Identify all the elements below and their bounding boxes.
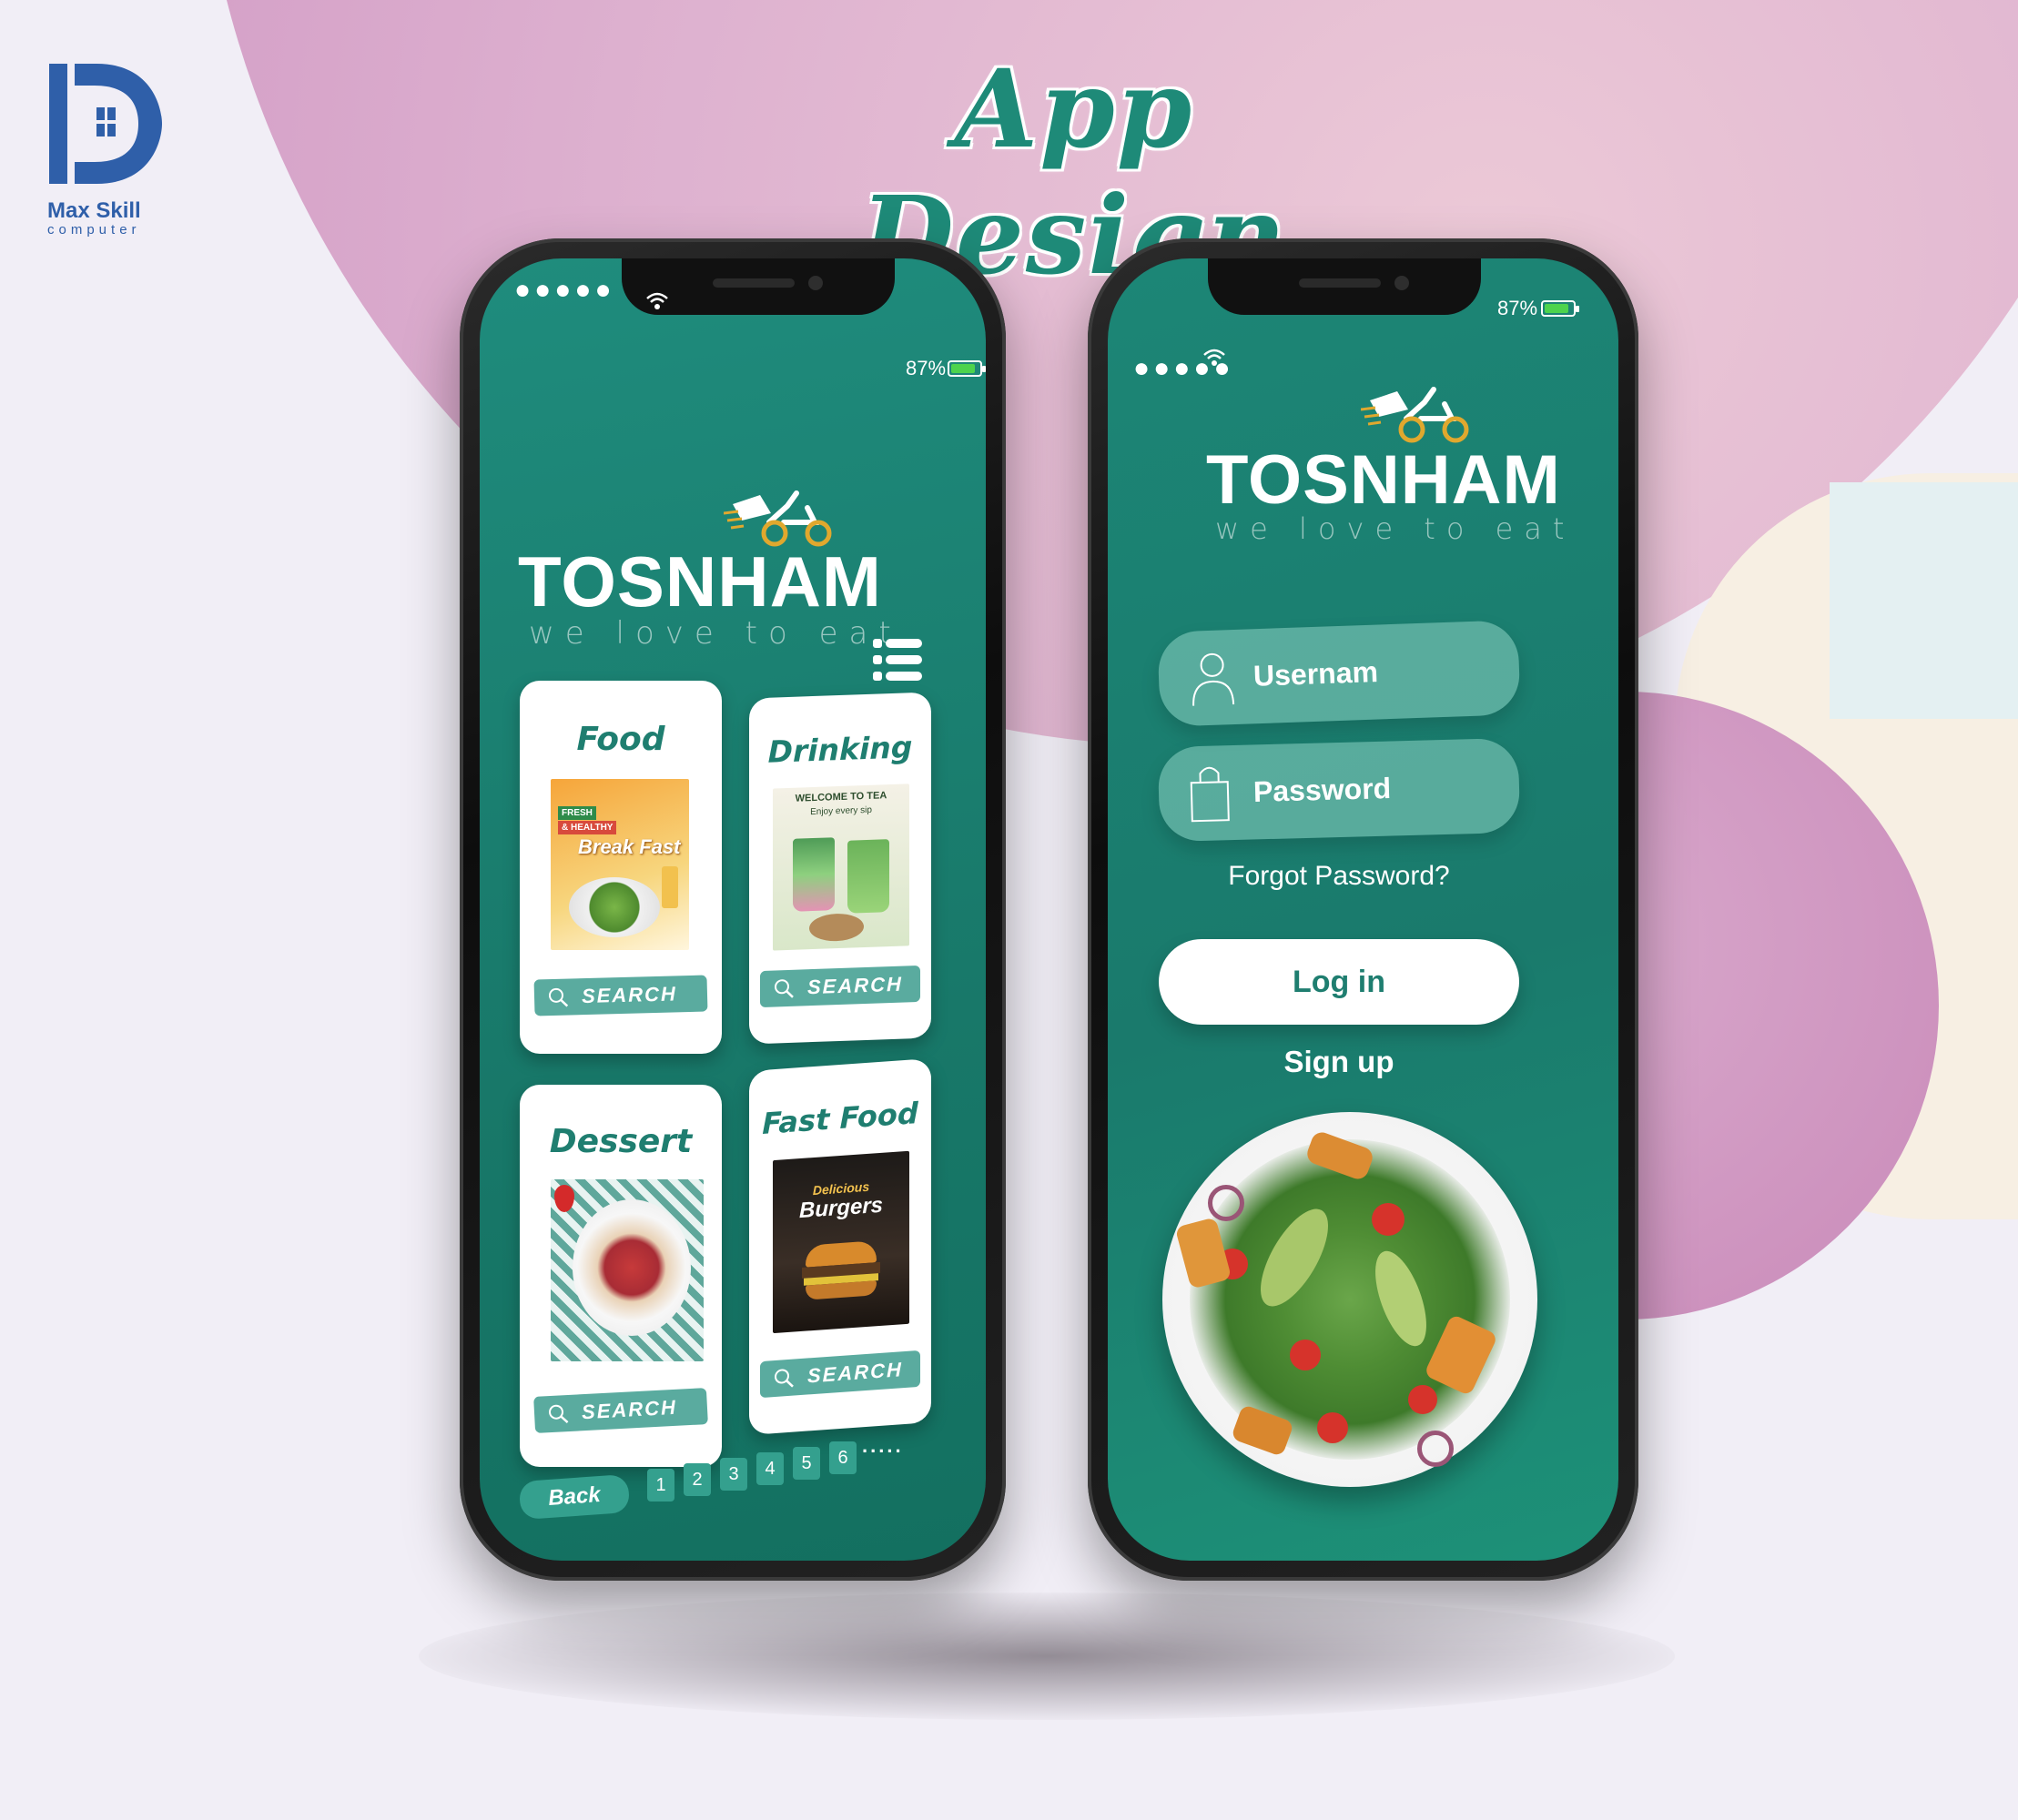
app-tagline: we love to eat xyxy=(1215,511,1576,546)
wifi-icon xyxy=(646,292,668,309)
signup-link[interactable]: Sign up xyxy=(1159,1045,1519,1079)
app-name: TOSNHAM xyxy=(518,541,882,622)
search-icon xyxy=(775,979,794,998)
lock-icon xyxy=(1190,766,1230,823)
password-field[interactable]: Password xyxy=(1157,737,1521,843)
page-number[interactable]: 6 xyxy=(829,1441,857,1474)
forgot-password-link[interactable]: Forgot Password? xyxy=(1159,861,1519,892)
salad-plate-image xyxy=(1162,1112,1537,1487)
page-number[interactable]: 3 xyxy=(720,1458,747,1491)
image-text: WELCOME TO TEA xyxy=(795,790,887,804)
image-text: FRESH xyxy=(558,806,596,820)
speaker xyxy=(1299,278,1381,288)
username-field[interactable]: Usernam xyxy=(1157,620,1521,727)
battery-percent: 87% xyxy=(1497,297,1538,319)
app-name: TOSNHAM xyxy=(1206,441,1561,519)
background-shape xyxy=(1830,482,2018,719)
search-icon xyxy=(775,1369,794,1388)
battery-icon xyxy=(948,360,986,377)
search-icon xyxy=(548,1404,569,1424)
wifi-icon xyxy=(1203,349,1225,366)
right-phone: ●●●●● 87% TOSNHAM we love to eat Usernam xyxy=(1088,238,1638,1581)
speaker xyxy=(713,278,795,288)
camera xyxy=(808,276,823,290)
delivery-scooter-icon xyxy=(1361,387,1469,443)
search-button[interactable]: SEARCH xyxy=(760,1350,920,1399)
more-pages-indicator: ..... xyxy=(862,1434,904,1457)
battery-icon xyxy=(1541,300,1579,317)
search-label: SEARCH xyxy=(581,982,678,1008)
search-label: SEARCH xyxy=(807,972,903,999)
page-number[interactable]: 2 xyxy=(684,1463,711,1496)
phone-shadow xyxy=(419,1592,1675,1720)
page-number[interactable]: 1 xyxy=(647,1469,674,1502)
page-number[interactable]: 4 xyxy=(756,1452,784,1485)
back-button[interactable]: Back xyxy=(518,1473,631,1521)
image-text: Break Fast xyxy=(578,835,681,858)
dessert-image xyxy=(551,1179,704,1361)
list-menu-icon[interactable] xyxy=(873,639,922,681)
camera xyxy=(1394,276,1409,290)
search-icon xyxy=(548,987,569,1007)
search-button[interactable]: SEARCH xyxy=(533,1388,708,1433)
signal-dots: ●●●●● xyxy=(514,275,615,305)
right-phone-screen: ●●●●● 87% TOSNHAM we love to eat Usernam xyxy=(1108,258,1618,1561)
image-text: Enjoy every sip xyxy=(810,804,872,818)
search-label: SEARCH xyxy=(807,1358,903,1388)
category-card-food[interactable]: Food FRESH & HEALTHY Break Fast SEARCH xyxy=(520,681,722,1054)
card-title: Drinking xyxy=(767,729,913,770)
user-icon xyxy=(1192,652,1235,706)
left-phone-screen: ●●●●● 87% TOSNHAM we love to eat Food FR… xyxy=(480,258,986,1561)
category-card-drinking[interactable]: Drinking WELCOME TO TEA Enjoy every sip … xyxy=(749,692,931,1045)
brand-name: Max Skill xyxy=(47,198,141,223)
password-placeholder: Password xyxy=(1252,772,1392,808)
left-phone: ●●●●● 87% TOSNHAM we love to eat Food FR… xyxy=(460,238,1006,1581)
search-label: SEARCH xyxy=(581,1395,678,1424)
card-title: Dessert xyxy=(549,1123,693,1160)
battery-percent: 87% xyxy=(906,357,947,379)
login-button[interactable]: Log in xyxy=(1159,939,1519,1025)
card-title: Food xyxy=(576,721,665,758)
fast-food-image: Delicious Burgers xyxy=(773,1150,909,1334)
card-title: Fast Food xyxy=(762,1096,918,1141)
search-button[interactable]: SEARCH xyxy=(760,965,920,1008)
page-number[interactable]: 5 xyxy=(793,1447,820,1480)
username-placeholder: Usernam xyxy=(1252,655,1379,693)
app-tagline: we love to eat xyxy=(529,615,902,652)
search-button[interactable]: SEARCH xyxy=(533,975,708,1016)
food-image: FRESH & HEALTHY Break Fast xyxy=(551,779,689,950)
drink-image: WELCOME TO TEA Enjoy every sip xyxy=(773,784,909,951)
category-card-dessert[interactable]: Dessert SEARCH xyxy=(520,1085,722,1467)
phone-notch xyxy=(1208,258,1481,315)
image-text: & HEALTHY xyxy=(558,821,617,834)
category-card-fast-food[interactable]: Fast Food Delicious Burgers SEARCH xyxy=(749,1058,931,1435)
brand-subtitle: computer xyxy=(47,222,141,238)
